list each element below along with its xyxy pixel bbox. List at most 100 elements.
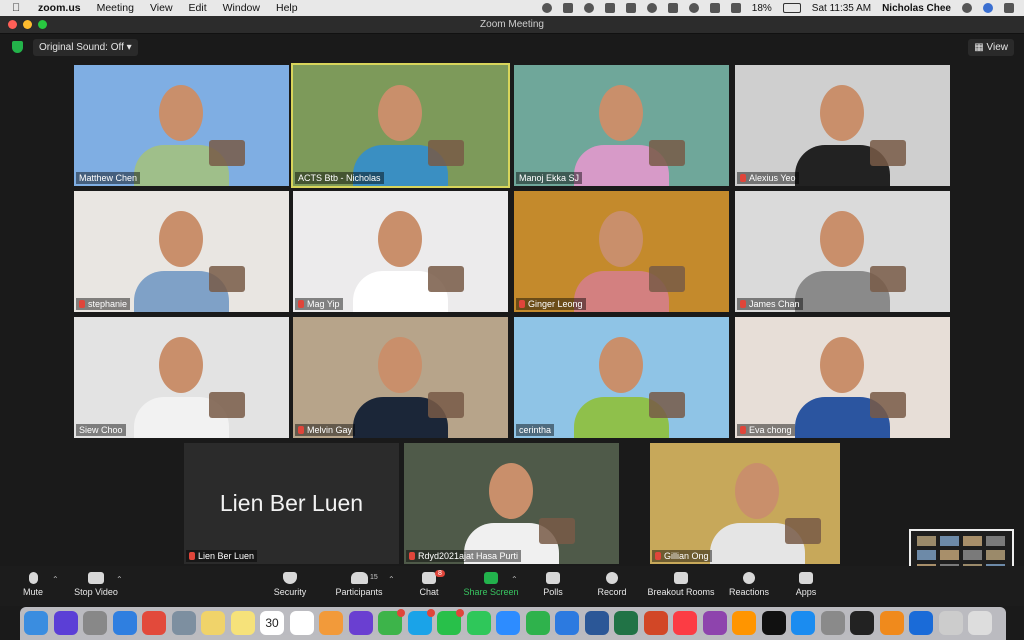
participant-tile[interactable]: Lien Ber Luen Lien Ber Luen bbox=[184, 443, 399, 564]
participant-tile[interactable]: Melvin Gay bbox=[293, 317, 508, 438]
facetime-icon[interactable] bbox=[466, 611, 491, 635]
keynote-icon[interactable] bbox=[555, 611, 579, 635]
participant-tile[interactable]: Eva chong bbox=[735, 317, 950, 438]
menu-meeting[interactable]: Meeting bbox=[97, 2, 134, 14]
trash-icon[interactable] bbox=[968, 611, 992, 635]
imovie-icon[interactable] bbox=[348, 611, 373, 635]
minimize-window-button[interactable] bbox=[23, 20, 32, 29]
record-circle-icon bbox=[606, 572, 618, 584]
participant-tile[interactable]: Gillian Ong bbox=[650, 443, 840, 564]
participants-icon bbox=[350, 572, 368, 584]
participants-button[interactable]: 15 Participants bbox=[324, 570, 394, 597]
participant-tile[interactable]: Mag Yip bbox=[293, 191, 508, 312]
participant-tile[interactable]: Alexius Yeo bbox=[735, 65, 950, 186]
photos-icon[interactable] bbox=[319, 611, 343, 635]
appstore-icon[interactable] bbox=[791, 611, 815, 635]
participant-name-label: Matthew Chen bbox=[76, 172, 141, 184]
participant-tile[interactable]: cerintha bbox=[514, 317, 729, 438]
participant-face bbox=[378, 211, 422, 267]
upload-icon[interactable] bbox=[604, 3, 615, 13]
apps-button[interactable]: Apps bbox=[771, 570, 841, 597]
view-button[interactable]: ▦ View bbox=[968, 39, 1014, 56]
menu-view[interactable]: View bbox=[150, 2, 173, 14]
volume-icon[interactable] bbox=[730, 3, 741, 13]
search-icon[interactable] bbox=[962, 3, 972, 13]
encryption-shield-icon[interactable] bbox=[12, 41, 23, 53]
messages-icon[interactable] bbox=[378, 609, 405, 635]
powerpoint-icon[interactable] bbox=[643, 611, 668, 635]
menu-edit[interactable]: Edit bbox=[189, 2, 207, 14]
preview2-icon[interactable] bbox=[938, 611, 963, 635]
self-view-mini-tile bbox=[917, 550, 936, 560]
participant-tile[interactable]: Ginger Leong bbox=[514, 191, 729, 312]
close-window-button[interactable] bbox=[8, 20, 17, 29]
podcasts-icon[interactable] bbox=[702, 611, 727, 635]
control-center-icon[interactable] bbox=[1004, 3, 1014, 13]
whatsapp-icon[interactable] bbox=[437, 609, 464, 635]
word-icon[interactable] bbox=[584, 611, 609, 635]
bluetooth-icon[interactable] bbox=[667, 3, 678, 13]
menu-help[interactable]: Help bbox=[276, 2, 298, 14]
participant-face bbox=[820, 85, 864, 141]
participant-tile[interactable]: stephanie bbox=[74, 191, 289, 312]
notes-icon[interactable] bbox=[201, 611, 225, 635]
preview-icon[interactable] bbox=[171, 611, 196, 635]
books-icon[interactable] bbox=[732, 611, 756, 635]
participant-name: cerintha bbox=[519, 425, 552, 435]
original-sound-toggle[interactable]: Original Sound: Off ▾ bbox=[33, 39, 138, 56]
play-icon[interactable] bbox=[583, 3, 594, 13]
participants-label: Participants bbox=[335, 587, 383, 597]
audio-options-caret-icon[interactable]: ⌃ bbox=[52, 575, 59, 584]
apple-menu-icon[interactable]:  bbox=[12, 2, 26, 14]
clock[interactable]: Sat 11:35 AM bbox=[812, 3, 871, 14]
video-options-caret-icon[interactable]: ⌃ bbox=[116, 575, 123, 584]
cloud-icon[interactable] bbox=[562, 3, 573, 13]
record-button[interactable]: Record bbox=[577, 570, 647, 597]
zoom-icon[interactable] bbox=[496, 611, 520, 635]
chat-bubble-icon bbox=[422, 572, 436, 584]
vlc-icon[interactable] bbox=[879, 611, 904, 635]
terminal-icon[interactable] bbox=[850, 611, 874, 635]
user-name[interactable]: Nicholas Chee bbox=[882, 3, 951, 14]
excel-icon[interactable] bbox=[614, 611, 638, 635]
chat-button[interactable]: 8 Chat bbox=[394, 570, 464, 597]
reminders-icon[interactable] bbox=[289, 611, 314, 635]
numbers-icon[interactable] bbox=[525, 611, 550, 635]
share-options-caret-icon[interactable]: ⌃ bbox=[511, 575, 518, 584]
status-icon[interactable] bbox=[541, 3, 552, 13]
skype-icon[interactable] bbox=[407, 609, 435, 635]
chat-label: Chat bbox=[419, 587, 439, 597]
chrome-icon[interactable] bbox=[142, 611, 166, 635]
appletv-icon[interactable] bbox=[761, 611, 786, 635]
timemachine-icon[interactable] bbox=[646, 3, 657, 13]
siri-menubar-icon[interactable] bbox=[983, 3, 993, 13]
participant-tile[interactable]: ACTS Btb - Nicholas bbox=[291, 63, 510, 188]
airplay-icon[interactable] bbox=[625, 3, 636, 13]
seed-cup bbox=[539, 518, 575, 544]
finder-icon[interactable] bbox=[24, 611, 48, 635]
participant-tile[interactable]: Rdyd2021ajat Hasa Purti bbox=[404, 443, 619, 564]
breakout-rooms-button[interactable]: Breakout Rooms bbox=[646, 570, 716, 597]
participant-name-label: Eva chong bbox=[737, 424, 795, 436]
zoom-window-button[interactable] bbox=[38, 20, 47, 29]
safari-icon[interactable] bbox=[112, 611, 137, 635]
participant-tile[interactable]: Siew Choo bbox=[74, 317, 289, 438]
participant-tile[interactable]: Manoj Ekka SJ bbox=[514, 65, 729, 186]
display-icon[interactable] bbox=[709, 3, 720, 13]
wifi-icon[interactable] bbox=[688, 3, 699, 13]
quicktime-icon[interactable] bbox=[909, 611, 933, 635]
settings-icon[interactable] bbox=[820, 611, 845, 635]
music-icon[interactable] bbox=[673, 611, 697, 635]
menu-window[interactable]: Window bbox=[223, 2, 260, 14]
participant-name-label: James Chan bbox=[737, 298, 803, 310]
app-menu-zoom[interactable]: zoom.us bbox=[38, 2, 81, 14]
stickies-icon[interactable] bbox=[230, 611, 255, 635]
battery-icon[interactable] bbox=[782, 3, 801, 13]
siri-icon[interactable] bbox=[53, 611, 78, 635]
security-button[interactable]: Security bbox=[255, 570, 325, 597]
participant-tile[interactable]: James Chan bbox=[735, 191, 950, 312]
participant-tile[interactable]: Matthew Chen bbox=[74, 65, 289, 186]
calendar-icon[interactable]: 30 bbox=[260, 611, 284, 635]
launchpad-icon[interactable] bbox=[83, 611, 107, 635]
participant-name-label: Gillian Ong bbox=[652, 550, 712, 562]
